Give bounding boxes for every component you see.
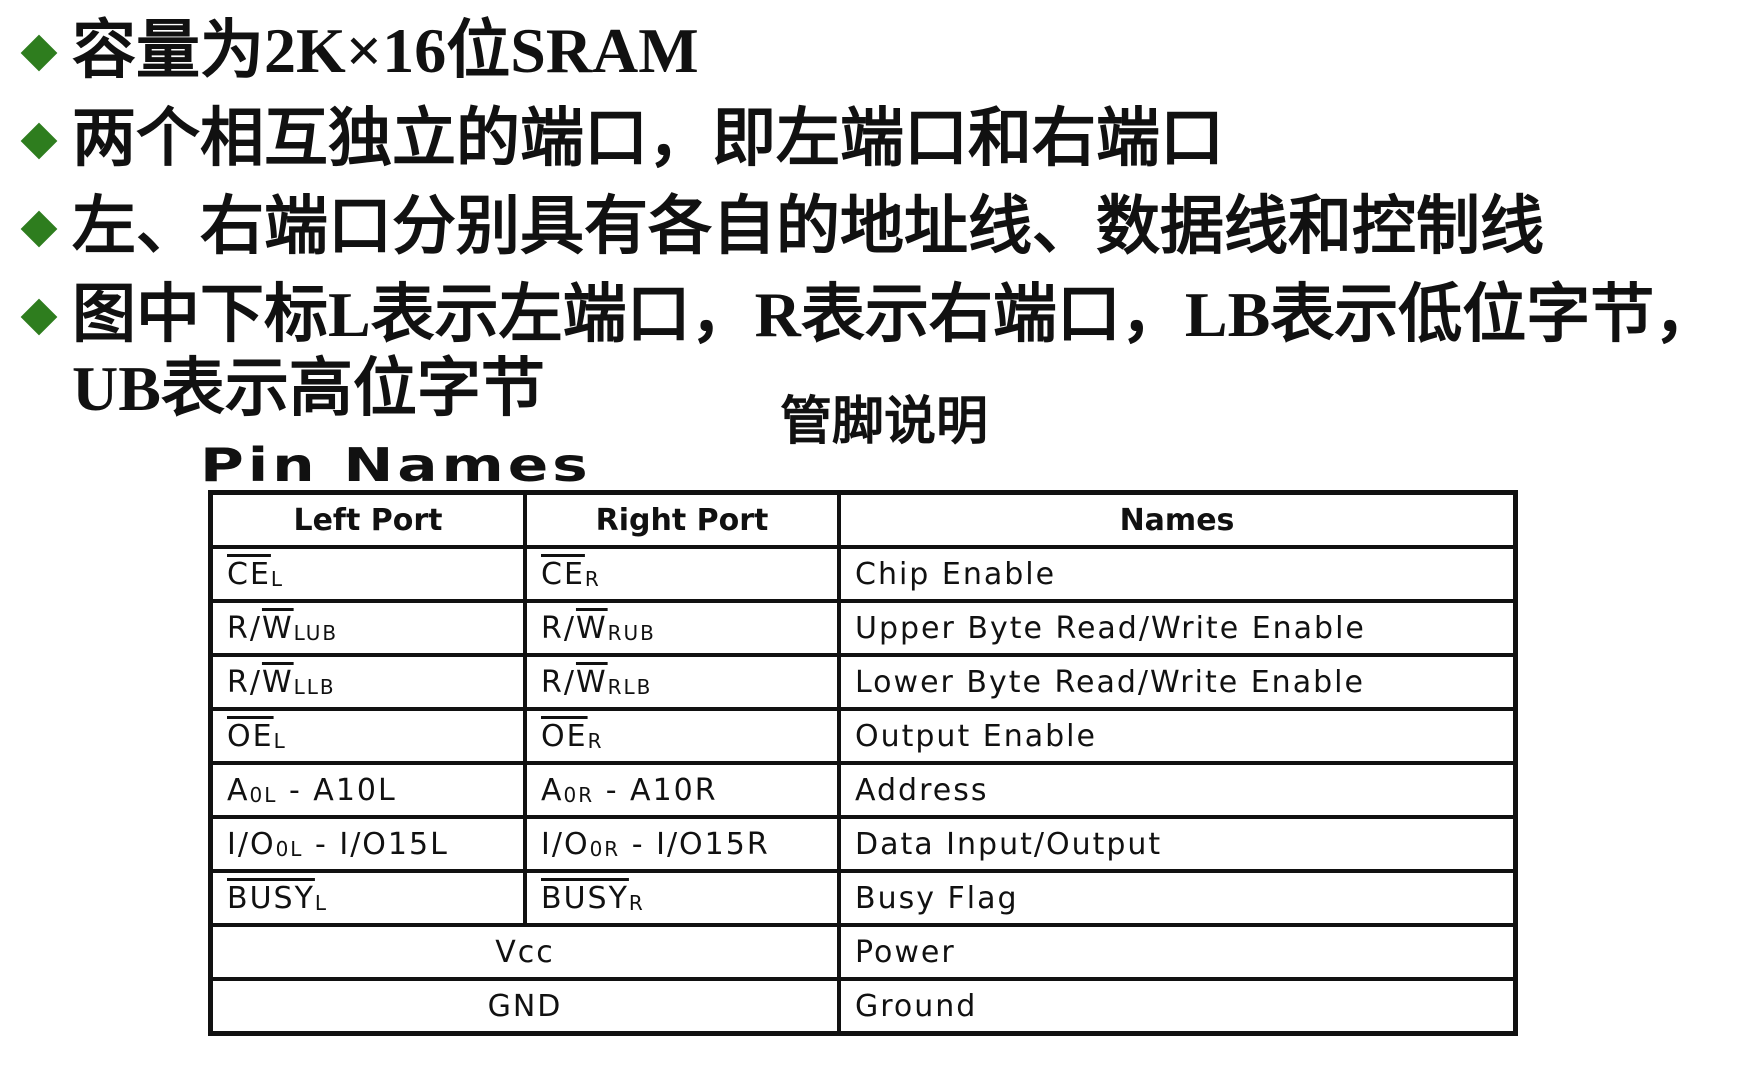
left-port-cell: R/WLLB [208,653,527,711]
pin-names-heading: Pin Names [200,438,592,492]
table-row: OEL OER Output Enable [208,707,1518,765]
pin-description-cell: Data Input/Output [837,815,1518,873]
pin-over-text: OE [541,718,588,754]
pin-description-cell: Ground [837,977,1518,1036]
table-header-row: Left Port Right Port Names [208,490,1518,549]
pin-over-text: W [261,610,294,646]
table-row: BUSYL BUSYR Busy Flag [208,869,1518,927]
pin-plain-text: R/ [541,610,576,646]
pin-tail-text: - A10L [277,772,397,808]
pin-sub-text: 0L [249,782,278,807]
pin-sub-text: RLB [607,674,653,699]
pin-description-cell: Upper Byte Read/Write Enable [837,599,1518,657]
pin-plain-text: I/O [541,826,590,862]
diamond-bullet-icon [20,298,58,336]
pin-over-text: BUSY [227,880,315,916]
pin-plain-text: A [541,772,564,808]
table-row: R/WLUB R/WRUB Upper Byte Read/Write Enable [208,599,1518,657]
pin-description-cell: Output Enable [837,707,1518,765]
right-port-cell: BUSYR [523,869,841,927]
pin-sub-text: R [587,728,604,753]
pin-description-cell: Busy Flag [837,869,1518,927]
pin-sub-text: R [584,566,601,591]
pin-sub-text: LUB [293,620,339,645]
pin-plain-text: I/O [227,826,276,862]
diamond-bullet-icon [20,210,58,248]
pin-sub-text: 0R [563,782,595,807]
pin-plain-text: R/ [541,664,576,700]
bullet-list: 容量为2K×16位SRAM 两个相互独立的端口，即左端口和右端口 左、右端口分别… [20,14,1730,440]
pin-sub-text: 0L [275,836,304,861]
table-row: R/WLLB R/WRLB Lower Byte Read/Write Enable [208,653,1518,711]
pin-plain-text: R/ [227,664,262,700]
right-port-cell: R/WRLB [523,653,841,711]
left-port-cell: BUSYL [208,869,527,927]
pin-over-text: W [575,664,608,700]
table-row: GND Ground [208,977,1518,1036]
left-port-cell: A0L - A10L [208,761,527,819]
pin-over-text: BUSY [541,880,629,916]
pin-description-cell: Power [837,923,1518,981]
pin-tail-text: - I/O15R [620,826,770,862]
pin-over-text: CE [227,556,271,592]
header-right-port: Right Port [523,490,841,549]
bullet-item: 左、右端口分别具有各自的地址线、数据线和控制线 [20,190,1730,264]
pin-description-cell: Address [837,761,1518,819]
table-caption: 管脚说明 [780,392,989,452]
pin-description-cell: Lower Byte Read/Write Enable [837,653,1518,711]
pin-description-cell: Chip Enable [837,545,1518,603]
header-left-port: Left Port [208,490,527,549]
pin-sub-text: L [273,728,287,753]
right-port-cell: CER [523,545,841,603]
pin-over-text: W [575,610,608,646]
right-port-cell: OER [523,707,841,765]
left-port-cell: OEL [208,707,527,765]
shared-pin-cell: GND [208,977,841,1036]
header-names: Names [837,490,1518,549]
table-body: CEL CER Chip Enable R/WLUB R/WRUB Upper Byte … [208,545,1518,1036]
left-port-cell: R/WLUB [208,599,527,657]
pin-sub-text: RUB [607,620,656,645]
table-row: A0L - A10L A0R - A10R Address [208,761,1518,819]
bullet-text: 两个相互独立的端口，即左端口和右端口 [72,103,1224,174]
pin-over-text: W [261,664,294,700]
bullet-item: 两个相互独立的端口，即左端口和右端口 [20,102,1730,176]
left-port-cell: CEL [208,545,527,603]
pin-over-text: OE [227,718,274,754]
pin-sub-text: LLB [293,674,336,699]
table-row: Vcc Power [208,923,1518,981]
left-port-cell: I/O0L - I/O15L [208,815,527,873]
table-row: CEL CER Chip Enable [208,545,1518,603]
right-port-cell: I/O0R - I/O15R [523,815,841,873]
right-port-cell: A0R - A10R [523,761,841,819]
diamond-bullet-icon [20,34,58,72]
bullet-text: 容量为2K×16位SRAM [72,15,699,86]
right-port-cell: R/WRUB [523,599,841,657]
pin-sub-text: L [314,890,329,915]
table-row: I/O0L - I/O15L I/O0R - I/O15R Data Input/O… [208,815,1518,873]
shared-pin-cell: Vcc [208,923,841,981]
pin-tail-text: - A10R [594,772,718,808]
pin-tail-text: - I/O15L [303,826,449,862]
pin-over-text: CE [541,556,585,592]
bullet-text: 左、右端口分别具有各自的地址线、数据线和控制线 [72,191,1544,262]
pin-sub-text: 0R [589,836,621,861]
pin-names-table: Left Port Right Port Names CEL CER Chip En… [208,490,1518,1036]
pin-sub-text: R [628,890,645,915]
pin-sub-text: L [270,566,285,591]
diamond-bullet-icon [20,122,58,160]
pin-plain-text: A [227,772,250,808]
pin-plain-text: R/ [227,610,262,646]
bullet-item: 容量为2K×16位SRAM [20,14,1730,88]
